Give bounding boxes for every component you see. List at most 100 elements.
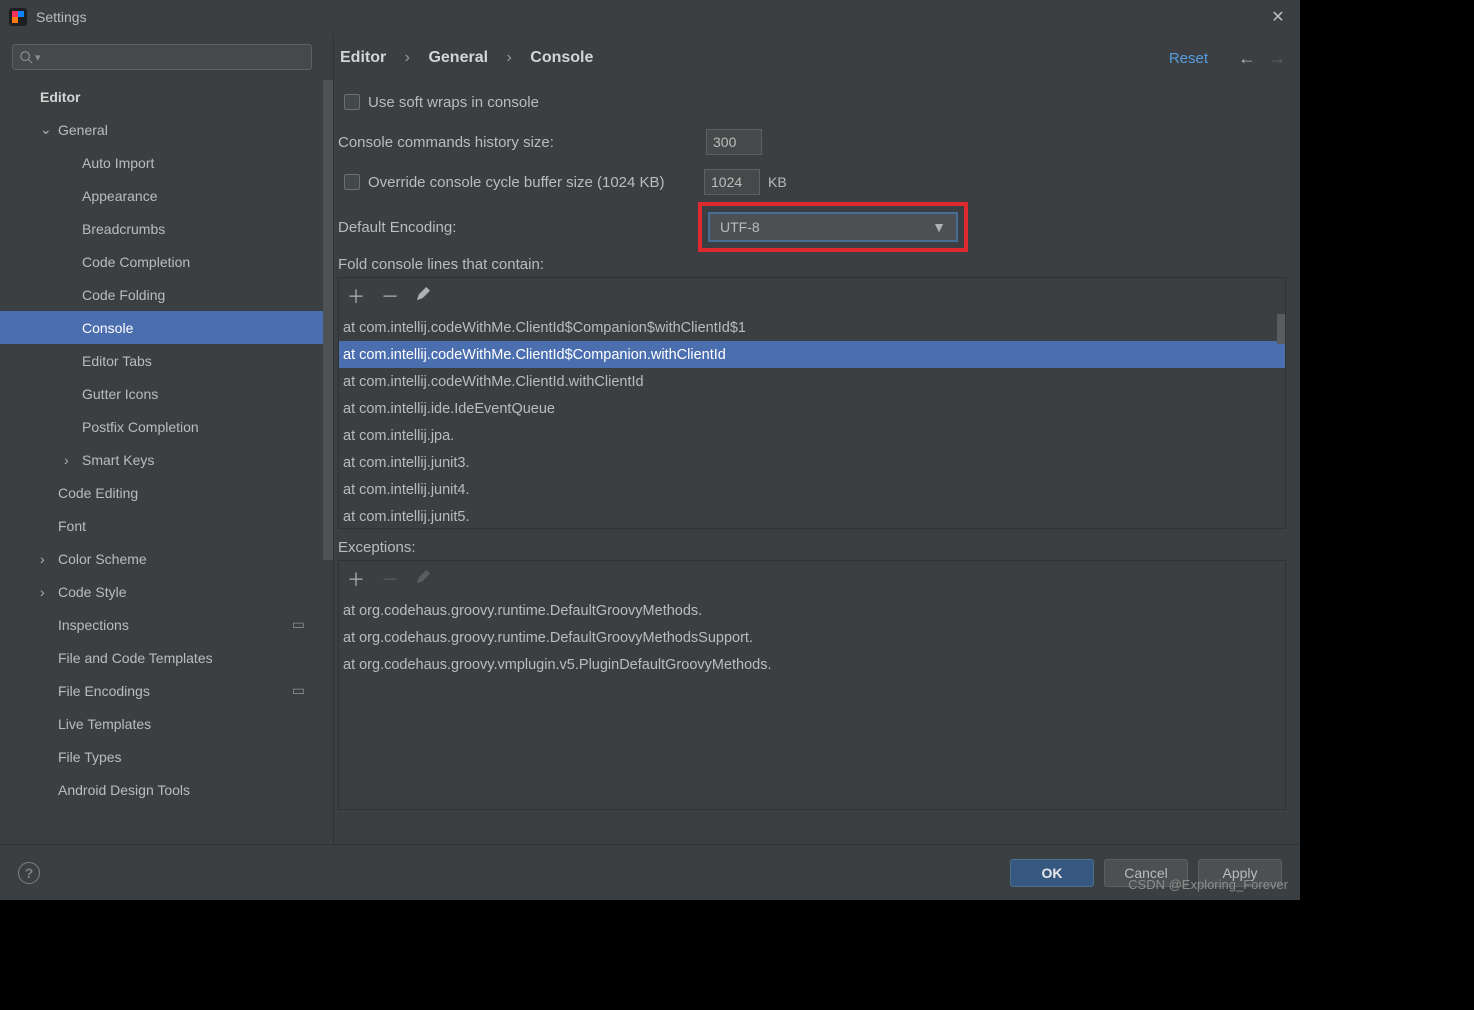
breadcrumb-general[interactable]: General <box>428 49 488 66</box>
chevron-right-icon: › <box>40 551 54 567</box>
breadcrumb: Editor › General › Console <box>336 49 597 67</box>
override-label: Override console cycle buffer size (1024… <box>368 174 704 191</box>
highlight-box: UTF-8 ▼ <box>698 202 968 252</box>
override-input[interactable] <box>704 169 760 195</box>
chevron-right-icon: › <box>64 452 78 468</box>
project-override-icon: ▭ <box>292 682 305 699</box>
nav-forward-icon: → <box>1268 48 1286 69</box>
soft-wraps-row: Use soft wraps in console <box>338 82 1286 122</box>
sidebar-item-label: Code Completion <box>82 254 190 270</box>
fold-section-label: Fold console lines that contain: <box>338 256 1286 273</box>
cancel-button[interactable]: Cancel <box>1104 859 1188 887</box>
sidebar-item-file-encodings[interactable]: File Encodings ▭ <box>0 674 333 707</box>
sidebar-item-console[interactable]: Console <box>0 311 333 344</box>
sidebar-item-editor[interactable]: Editor <box>0 80 333 113</box>
sidebar-item-appearance[interactable]: Appearance <box>0 179 333 212</box>
kb-label: KB <box>768 174 787 190</box>
sidebar-item-code-editing[interactable]: Code Editing <box>0 476 333 509</box>
exceptions-list-row[interactable]: at org.codehaus.groovy.runtime.DefaultGr… <box>339 624 1285 651</box>
exceptions-section-label: Exceptions: <box>338 539 1286 556</box>
sidebar-item-label: Gutter Icons <box>82 386 158 402</box>
search-input[interactable]: ▾ <box>12 44 312 70</box>
close-icon[interactable]: ✕ <box>1264 7 1292 27</box>
fold-add-button[interactable]: ＋ <box>347 283 365 309</box>
sidebar-item-label: Editor Tabs <box>82 353 152 369</box>
fold-list-row[interactable]: at com.intellij.junit5. <box>339 503 1285 530</box>
exceptions-add-button[interactable]: ＋ <box>347 566 365 592</box>
sidebar-item-label: Breadcrumbs <box>82 221 165 237</box>
exceptions-toolbar: ＋ － <box>339 561 1285 597</box>
exceptions-list[interactable]: at org.codehaus.groovy.runtime.DefaultGr… <box>339 597 1285 678</box>
sidebar-item-label: General <box>58 122 108 138</box>
fold-edit-button[interactable] <box>415 286 430 307</box>
sidebar-item-label: File Encodings <box>58 683 150 699</box>
override-checkbox[interactable] <box>344 174 360 190</box>
fold-scrollbar[interactable] <box>1277 314 1285 344</box>
sidebar-item-code-style[interactable]: ›Code Style <box>0 575 333 608</box>
body: ▾ Editor ⌄GeneralAuto ImportAppearance Bre… <box>0 34 1300 844</box>
sidebar-item-inspections[interactable]: Inspections ▭ <box>0 608 333 641</box>
breadcrumb-editor[interactable]: Editor <box>340 49 386 66</box>
fold-list-row[interactable]: at com.intellij.junit3. <box>339 449 1285 476</box>
sidebar-item-smart-keys[interactable]: ›Smart Keys <box>0 443 333 476</box>
project-override-icon: ▭ <box>292 616 305 633</box>
fold-list[interactable]: at com.intellij.codeWithMe.ClientId$Comp… <box>339 314 1285 530</box>
sidebar-item-font[interactable]: Font <box>0 509 333 542</box>
breadcrumb-console: Console <box>530 49 593 66</box>
sidebar-item-code-completion[interactable]: Code Completion <box>0 245 333 278</box>
sidebar-item-general[interactable]: ⌄General <box>0 113 333 146</box>
sidebar-item-label: File and Code Templates <box>58 650 213 666</box>
sidebar-scrollbar[interactable] <box>323 80 333 560</box>
settings-window: Settings ✕ ▾ Editor⌄GeneralAuto ImportAp… <box>0 0 1300 900</box>
sidebar-item-breadcrumbs[interactable]: Breadcrumbs <box>0 212 333 245</box>
sidebar-item-label: Console <box>82 320 133 336</box>
fold-list-row[interactable]: at com.intellij.jpa. <box>339 422 1285 449</box>
chevron-down-icon: ▼ <box>932 219 946 235</box>
exceptions-list-panel: ＋ － at org.codehaus.groovy.runtime.Defau… <box>338 560 1286 810</box>
sidebar-item-gutter-icons[interactable]: Gutter Icons <box>0 377 333 410</box>
window-title: Settings <box>36 9 87 25</box>
sidebar-item-label: File Types <box>58 749 122 765</box>
exceptions-list-row[interactable]: at org.codehaus.groovy.vmplugin.v5.Plugi… <box>339 651 1285 678</box>
exceptions-list-row[interactable]: at org.codehaus.groovy.runtime.DefaultGr… <box>339 597 1285 624</box>
soft-wraps-checkbox[interactable] <box>344 94 360 110</box>
sidebar-item-auto-import[interactable]: Auto Import <box>0 146 333 179</box>
fold-list-row[interactable]: at com.intellij.codeWithMe.ClientId$Comp… <box>339 314 1285 341</box>
encoding-select[interactable]: UTF-8 ▼ <box>708 212 958 242</box>
sidebar-item-color-scheme[interactable]: ›Color Scheme <box>0 542 333 575</box>
nav-back-icon[interactable]: ← <box>1238 48 1256 69</box>
sidebar-item-label: Code Editing <box>58 485 138 501</box>
help-button[interactable]: ? <box>18 862 40 884</box>
fold-list-row[interactable]: at com.intellij.junit4. <box>339 476 1285 503</box>
sidebar-tree[interactable]: Editor ⌄GeneralAuto ImportAppearance Bread… <box>0 80 333 844</box>
breadcrumb-row: Editor › General › Console Reset ← → <box>334 34 1300 82</box>
exceptions-edit-button <box>415 569 430 590</box>
sidebar-item-live-templates[interactable]: Live Templates <box>0 707 333 740</box>
sidebar-item-code-folding[interactable]: Code Folding <box>0 278 333 311</box>
encoding-row: Default Encoding: UTF-8 ▼ <box>338 202 1286 252</box>
sidebar-item-file-types[interactable]: File Types <box>0 740 333 773</box>
history-row: Console commands history size: <box>338 122 1286 162</box>
content: Use soft wraps in console Console comman… <box>334 82 1300 844</box>
titlebar: Settings ✕ <box>0 0 1300 34</box>
sidebar-item-editor-tabs[interactable]: Editor Tabs <box>0 344 333 377</box>
apply-button[interactable]: Apply <box>1198 859 1282 887</box>
ok-button[interactable]: OK <box>1010 859 1094 887</box>
fold-list-row[interactable]: at com.intellij.ide.IdeEventQueue <box>339 395 1285 422</box>
override-row: Override console cycle buffer size (1024… <box>338 162 1286 202</box>
fold-remove-button[interactable]: － <box>381 283 399 309</box>
sidebar-item-file-and-code-templates[interactable]: File and Code Templates <box>0 641 333 674</box>
sidebar-item-label: Android Design Tools <box>58 782 190 798</box>
sidebar-item-label: Font <box>58 518 86 534</box>
sidebar-item-postfix-completion[interactable]: Postfix Completion <box>0 410 333 443</box>
history-input[interactable] <box>706 129 762 155</box>
fold-list-row[interactable]: at com.intellij.codeWithMe.ClientId$Comp… <box>339 341 1285 368</box>
sidebar-item-label: Code Folding <box>82 287 165 303</box>
sidebar-item-android-design-tools[interactable]: Android Design Tools <box>0 773 333 806</box>
sidebar-item-label: Inspections <box>58 617 129 633</box>
fold-list-panel: ＋ － at com.intellij.codeWithMe.ClientId$… <box>338 277 1286 529</box>
sidebar-item-label: Editor <box>40 89 80 105</box>
reset-link[interactable]: Reset <box>1169 50 1208 67</box>
search-dropdown-icon[interactable]: ▾ <box>35 51 41 64</box>
fold-list-row[interactable]: at com.intellij.codeWithMe.ClientId.with… <box>339 368 1285 395</box>
